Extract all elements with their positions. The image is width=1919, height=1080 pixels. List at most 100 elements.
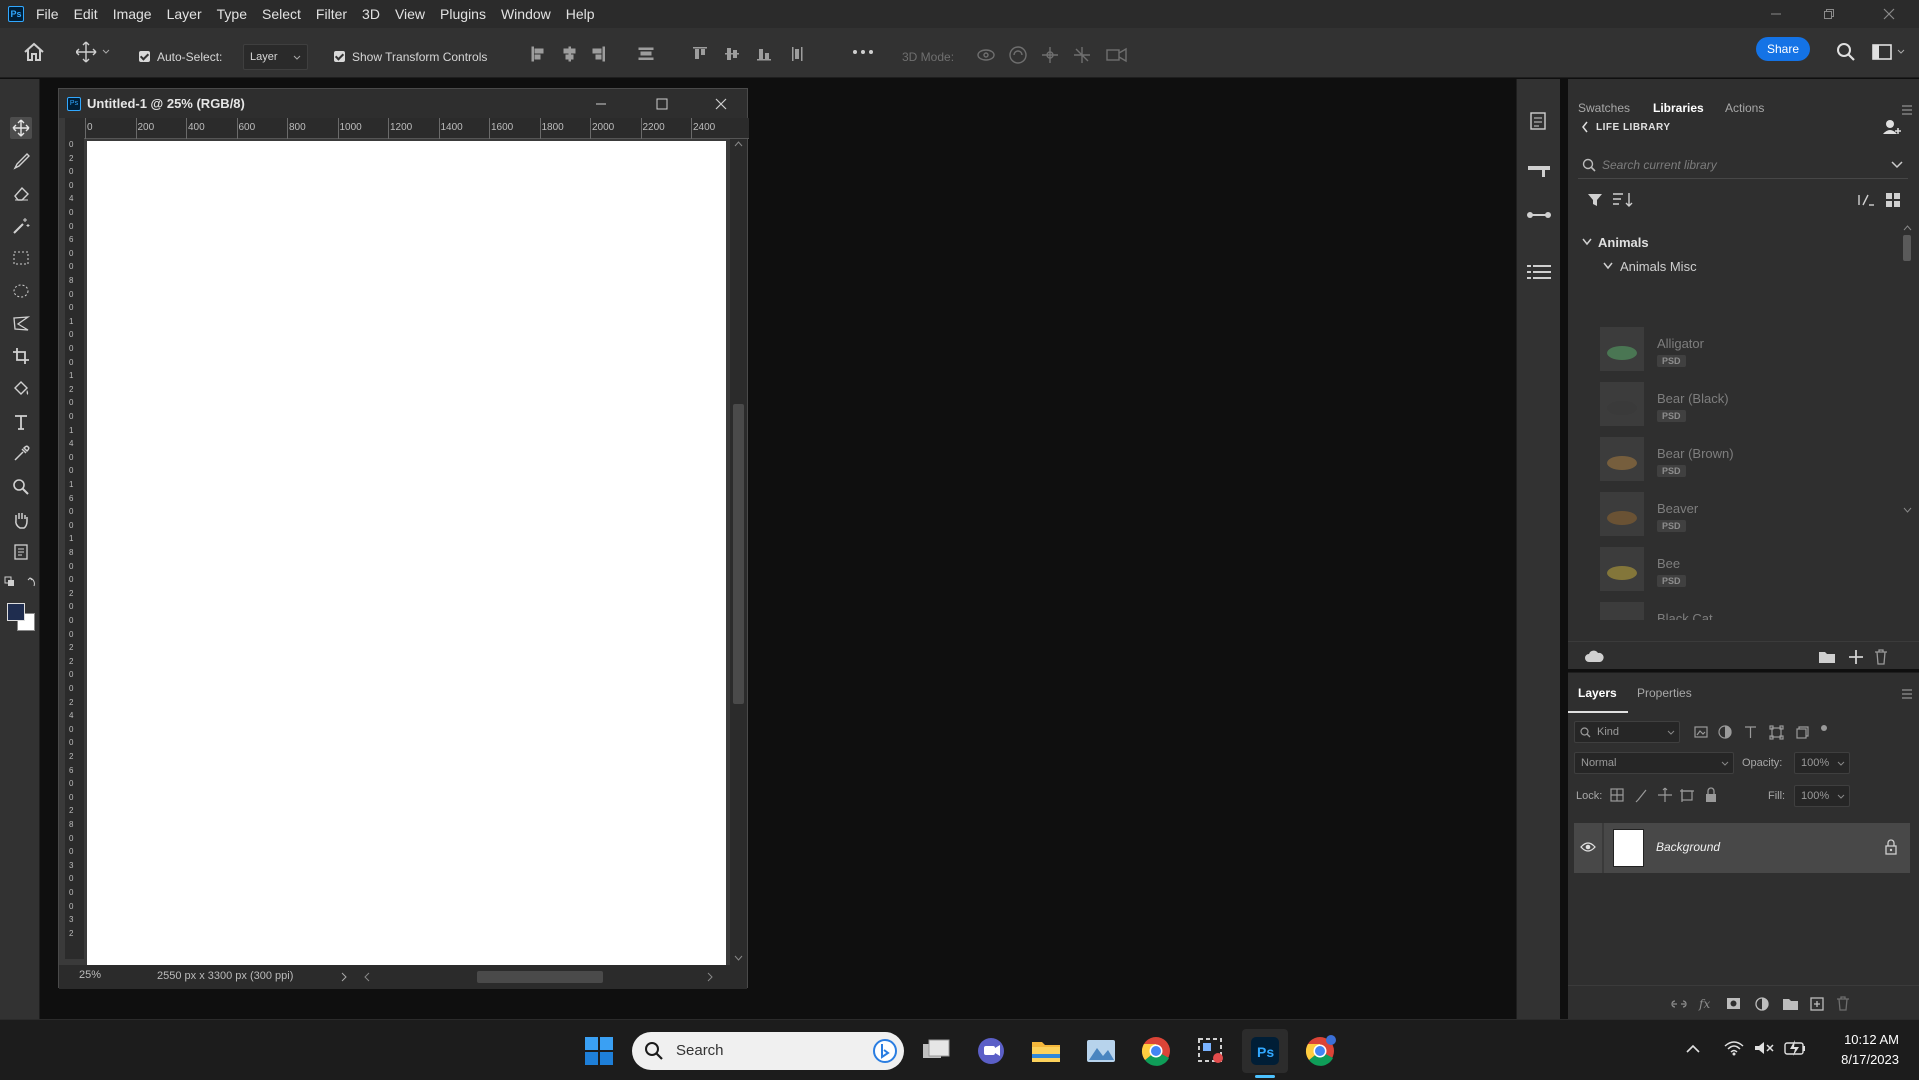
layer-action-icons[interactable]: fx [1671,996,1871,1012]
tab-layers[interactable]: Layers [1578,686,1617,700]
panel-menu-icon[interactable] [1901,689,1913,699]
opacity-input[interactable]: 100% [1794,752,1850,774]
scroll-up-icon[interactable] [1903,225,1912,231]
library-item[interactable]: Beaver PSD [1600,492,1898,542]
chrome-icon[interactable] [1139,1034,1173,1068]
tool-elliptical-marquee[interactable] [10,280,32,302]
menu-window[interactable]: Window [501,6,551,22]
delete-icon[interactable] [1874,649,1888,665]
tool-crop[interactable] [10,345,32,367]
scroll-right-icon[interactable] [707,972,713,982]
menu-image[interactable]: Image [113,6,152,22]
clock-time[interactable]: 10:12 AM [1831,1032,1899,1047]
tool-eraser[interactable] [10,182,32,204]
library-item[interactable]: Bee PSD [1600,547,1898,597]
vertical-scroll-thumb[interactable] [733,404,744,704]
menu-file[interactable]: File [36,6,59,22]
library-item[interactable]: Black Cat [1600,602,1898,620]
paths-panel-icon[interactable] [1526,209,1552,221]
library-scrollbar[interactable] [1902,225,1912,515]
menu-filter[interactable]: Filter [316,6,347,22]
add-icon[interactable] [1848,649,1864,665]
clock-date[interactable]: 8/17/2023 [1825,1052,1899,1067]
library-item[interactable]: Bear (Brown) PSD [1600,437,1898,487]
tab-properties[interactable]: Properties [1637,686,1692,700]
auto-select-target-dropdown[interactable]: Layer [243,44,308,70]
menu-view[interactable]: View [395,6,425,22]
auto-select-checkbox[interactable] [139,51,150,62]
document-title-bar[interactable]: Ps Untitled-1 @ 25% (RGB/8) [59,89,747,118]
file-explorer-icon[interactable] [1029,1034,1063,1068]
bing-icon[interactable] [872,1038,898,1064]
horizontal-scroll-thumb[interactable] [477,971,603,983]
photoshop-taskbar-icon[interactable]: Ps [1248,1034,1282,1068]
document-canvas[interactable] [87,141,726,965]
search-icon[interactable] [1836,42,1856,62]
status-menu-chevron-icon[interactable] [341,972,347,982]
library-item[interactable]: Bear (Black) PSD [1600,382,1898,432]
vertical-ruler[interactable]: 0 2 0 0 4 0 0 6 0 0 8 0 0 1 0 0 0 1 2 0 0 1 4 0 0 1 6 0 0 1 8 0 0 2 0 0 0 2 2 0… [65,139,84,959]
photos-app-icon[interactable] [1084,1034,1118,1068]
library-item[interactable]: Alligator PSD [1600,327,1898,377]
tool-move[interactable] [10,117,32,139]
snipping-tool-icon[interactable] [1194,1034,1228,1068]
menu-3d[interactable]: 3D [362,6,380,22]
scroll-down-icon[interactable] [734,955,743,961]
layer-filter-type-icons[interactable] [1694,724,1834,740]
teams-chat-icon[interactable] [974,1034,1008,1068]
minimize-button[interactable] [1753,0,1799,28]
tool-lasso[interactable] [10,312,32,334]
layer-name[interactable]: Background [1656,840,1720,854]
brush-settings-icon[interactable] [1527,163,1551,179]
menu-help[interactable]: Help [566,6,595,22]
tool-hand[interactable] [10,509,32,531]
fill-input[interactable]: 100% [1794,785,1850,807]
new-folder-icon[interactable] [1818,650,1836,664]
taskbar-search-box[interactable]: Search [632,1032,904,1070]
show-transform-checkbox[interactable] [334,51,345,62]
tool-type[interactable] [10,411,32,433]
library-scroll-thumb[interactable] [1903,235,1911,261]
tool-marquee[interactable] [10,247,32,269]
horizontal-ruler[interactable]: 0 200 400 600 800 1000 1200 1400 1600 1800 2000 220… [84,118,749,139]
history-panel-icon[interactable] [1529,111,1549,131]
properties-list-icon[interactable] [1526,263,1552,283]
battery-charging-icon[interactable] [1784,1039,1806,1057]
lock-option-icons[interactable] [1610,786,1730,804]
tool-magic-wand[interactable] [10,215,32,237]
tool-edit-toolbar[interactable] [10,541,32,563]
workspace-switcher-icon[interactable] [1872,44,1906,60]
visibility-eye-icon[interactable] [1580,841,1596,853]
menu-select[interactable]: Select [262,6,301,22]
doc-maximize-icon[interactable] [656,98,668,110]
zoom-level[interactable]: 25% [79,969,101,981]
more-options-icon[interactable] [852,44,874,60]
ruler-origin[interactable] [65,118,84,139]
panel-menu-icon[interactable] [1901,105,1913,115]
scroll-left-icon[interactable] [364,972,370,982]
tool-eyedropper[interactable] [10,443,32,465]
windows-start-icon[interactable] [584,1036,614,1066]
doc-minimize-icon[interactable] [595,98,607,110]
menu-layer[interactable]: Layer [167,6,202,22]
menu-type[interactable]: Type [217,6,247,22]
menu-plugins[interactable]: Plugins [440,6,486,22]
swap-colors-icon[interactable] [4,576,36,590]
wifi-icon[interactable] [1724,1040,1744,1056]
scroll-down-icon[interactable] [1903,507,1912,513]
share-button[interactable]: Share [1756,37,1810,61]
layer-filter-kind-dropdown[interactable]: Kind [1574,721,1680,743]
tool-zoom[interactable] [10,476,32,498]
move-tool-preset[interactable] [76,41,112,63]
close-window-button[interactable] [1866,0,1912,28]
align-horizontal-icons[interactable] [530,46,660,62]
cloud-icon[interactable] [1584,650,1604,663]
tool-brush[interactable] [10,150,32,172]
task-view-icon[interactable] [919,1034,953,1068]
volume-muted-icon[interactable] [1754,1040,1774,1056]
layer-row[interactable]: Background [1574,823,1910,873]
foreground-color-swatch[interactable] [7,603,25,621]
restore-button[interactable] [1806,0,1852,28]
show-hidden-icons-chevron[interactable] [1686,1044,1700,1054]
blend-mode-dropdown[interactable]: Normal [1574,752,1734,774]
